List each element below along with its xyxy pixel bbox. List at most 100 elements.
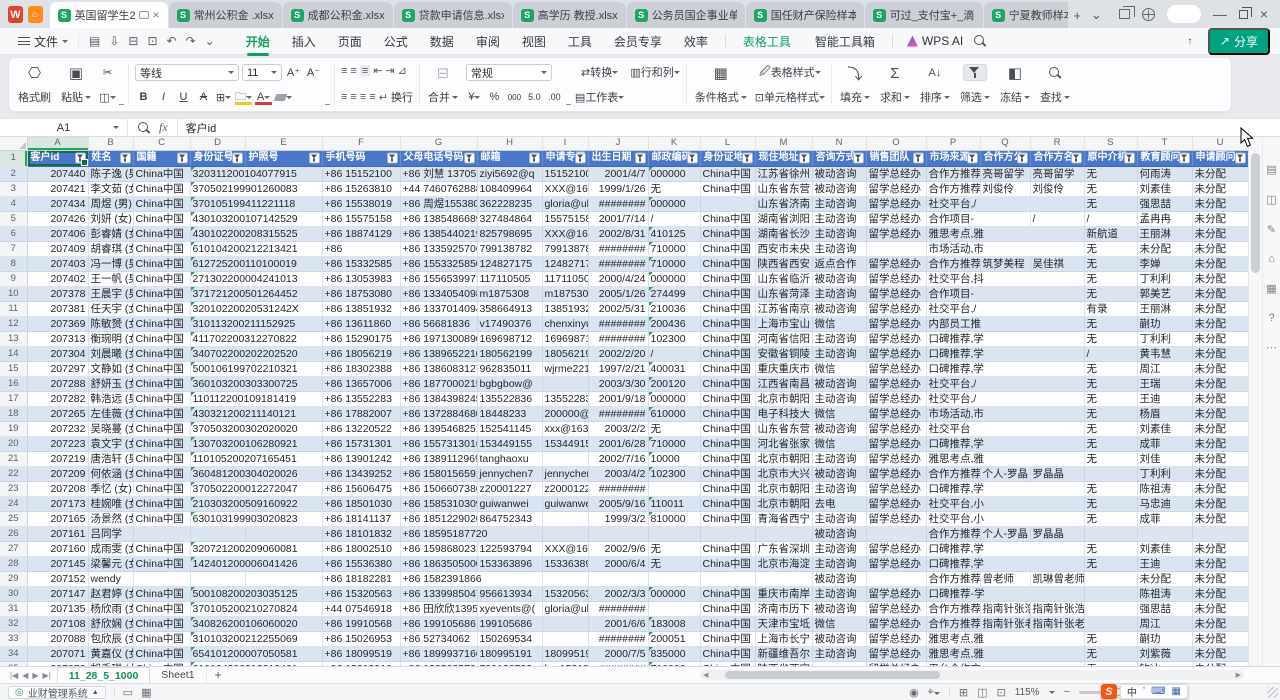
cell-P12[interactable]: 内部员工推 [926, 316, 1084, 331]
document-tab[interactable]: S 贷款申请信息.xlsx [394, 2, 512, 28]
paste-button[interactable]: ▣粘贴 [56, 61, 96, 108]
cell-B34[interactable]: 黄嘉仪 (女 [88, 646, 133, 661]
cell-G21[interactable]: +86 13891129694 [400, 451, 477, 466]
cell-M22[interactable]: 北京市大兴 [755, 466, 812, 481]
close-tab-icon[interactable]: × [153, 9, 160, 21]
column-header-D[interactable]: D [190, 137, 245, 150]
cell-N31[interactable]: 被动咨询 [812, 601, 866, 616]
filter-dropdown-icon[interactable] [913, 153, 924, 164]
row-number-8[interactable]: 8 [0, 256, 27, 271]
cell-N30[interactable]: 主动咨询 [812, 586, 866, 601]
cell-K21[interactable]: 10000 [648, 451, 700, 466]
row-number-20[interactable]: 20 [0, 436, 27, 451]
cell-O3[interactable]: 留学总经办 [866, 181, 926, 196]
cell-R31[interactable]: 指南针张浩 [1030, 601, 1084, 616]
column-header-K[interactable]: K [648, 137, 700, 150]
cell-O34[interactable]: 留学总经办 [866, 646, 926, 661]
header-cell-M1[interactable]: 现住地址 [755, 150, 812, 166]
cell-F26[interactable]: +86 18101832 [322, 526, 400, 541]
cell-C15[interactable]: China中国 [133, 361, 190, 376]
cell-A2[interactable]: 207440 [27, 166, 88, 181]
document-tab[interactable]: S 公务员国企事业单位 [627, 2, 745, 28]
cell-K7[interactable]: 710000 [648, 241, 700, 256]
cell-H12[interactable]: v17490376 [477, 316, 542, 331]
cell-P15[interactable]: 口碑推荐,学 [926, 361, 1084, 376]
print-icon[interactable]: ⊟ [128, 34, 138, 48]
cell-F23[interactable]: +86 15606475 [322, 481, 400, 496]
cell-F32[interactable]: +86 19910568 [322, 616, 400, 631]
row-number-5[interactable]: 5 [0, 211, 27, 226]
cell-G14[interactable]: +86 13896522100 [400, 346, 477, 361]
header-cell-A1[interactable]: 客户id [27, 150, 88, 166]
edit-icon[interactable]: ✎ [1267, 223, 1276, 236]
center-view-icon[interactable]: ⌖ [928, 686, 940, 699]
filter-dropdown-icon[interactable] [120, 153, 131, 164]
cell-D18[interactable]: 430321200211140121 [190, 406, 322, 421]
filter-dropdown-icon[interactable] [635, 153, 646, 164]
cell-O19[interactable]: 留学总经办 [866, 421, 926, 436]
cell-O4[interactable]: 留学总经办 [866, 196, 926, 211]
cell-U6[interactable]: 未分配 [1192, 226, 1248, 241]
cell-I24[interactable]: guiwanwei [542, 496, 588, 511]
cell-I21[interactable] [542, 451, 588, 466]
cell-U2[interactable]: 未分配 [1192, 166, 1248, 181]
cell-A5[interactable]: 207426 [27, 211, 88, 226]
cell-N12[interactable]: 微信 [812, 316, 866, 331]
cell-B19[interactable]: 吴晓蔓 (女 [88, 421, 133, 436]
cell-M33[interactable]: 上海市长宁 [755, 631, 812, 646]
cell-P21[interactable]: 雅思考点,雅 [926, 451, 1084, 466]
cell-M16[interactable]: 江西省南昌 [755, 376, 812, 391]
cell-P3[interactable]: 合作方推荐 [926, 181, 980, 196]
cell-S29[interactable] [1084, 571, 1137, 586]
cell-P30[interactable]: 口碑推荐-学 [926, 586, 1084, 601]
cell-O13[interactable]: 留学总经办 [866, 331, 926, 346]
cell-I5[interactable]: 155751588 [542, 211, 588, 226]
horizontal-scrollbar[interactable]: ◀ ▶ [700, 670, 1244, 680]
header-cell-O1[interactable]: 销售团队 [866, 150, 926, 166]
cell-I9[interactable]: 117110505 [542, 271, 588, 286]
cell-H16[interactable]: bgbgbow@ [477, 376, 542, 391]
cell-M18[interactable]: 电子科技大 [755, 406, 812, 421]
header-cell-F1[interactable]: 手机号码 [322, 150, 400, 166]
cell-F13[interactable]: +86 15290175 [322, 331, 400, 346]
cell-M4[interactable]: 山东省济南 [755, 196, 812, 211]
cell-T16[interactable]: 王瑞 [1137, 376, 1192, 391]
cell-M17[interactable]: 北京市朝阳 [755, 391, 812, 406]
cell-B22[interactable]: 何依涵 (女 [88, 466, 133, 481]
cell-T22[interactable]: 丁利利 [1137, 466, 1192, 481]
cell-F29[interactable]: +86 18182281 [322, 571, 400, 586]
cell-D31[interactable]: 370105200210270824 [190, 601, 322, 616]
cell-F16[interactable]: +86 13657006 [322, 376, 400, 391]
cell-K13[interactable]: 102300 [648, 331, 700, 346]
cell-S2[interactable]: 无 [1084, 166, 1137, 181]
cell-M32[interactable]: 天津市宝坻 [755, 616, 812, 631]
horizontal-scrollbar-thumb[interactable] [725, 671, 940, 679]
cell-T28[interactable]: 王迪 [1137, 556, 1192, 571]
cell-L32[interactable]: China中国 [700, 616, 755, 631]
restore-button[interactable] [1239, 10, 1248, 19]
cell-F3[interactable]: +86 15263810 [322, 181, 400, 196]
cell-U33[interactable]: 未分配 [1192, 631, 1248, 646]
cell-A14[interactable]: 207304 [27, 346, 88, 361]
cell-D7[interactable]: 610104200212213421 [190, 241, 322, 256]
document-tab[interactable]: S 可过_支付宝+_滴滴 [865, 2, 983, 28]
cell-T12[interactable]: 蒯玏 [1137, 316, 1192, 331]
comma-style-button[interactable]: 000 [506, 89, 523, 105]
cell-B23[interactable]: 季忆 (女) [88, 481, 133, 496]
cell-N15[interactable]: 微信 [812, 361, 866, 376]
row-number-25[interactable]: 25 [0, 511, 27, 526]
cell-B21[interactable]: 唐浩轩 (男 [88, 451, 133, 466]
cell-D28[interactable]: 142401200006041426 [190, 556, 322, 571]
cell-L9[interactable]: China中国 [700, 271, 755, 286]
cell-G4[interactable]: +86 周煜155380 [400, 196, 477, 211]
cell-H20[interactable]: 153449155 [477, 436, 542, 451]
cell-K24[interactable]: 110011 [648, 496, 700, 511]
contacts-icon[interactable]: ▦ [1266, 282, 1276, 295]
cell-C30[interactable]: China中国 [133, 586, 190, 601]
cell-T5[interactable]: 孟冉冉 [1137, 211, 1192, 226]
borders-button[interactable]: ⊞ [215, 89, 232, 105]
cell-S8[interactable]: 无 [1084, 256, 1137, 271]
font-size-select[interactable]: 11 [242, 64, 282, 81]
cell-P8[interactable]: 合作方推荐 [926, 256, 980, 271]
cell-H30[interactable]: 956613934 [477, 586, 542, 601]
